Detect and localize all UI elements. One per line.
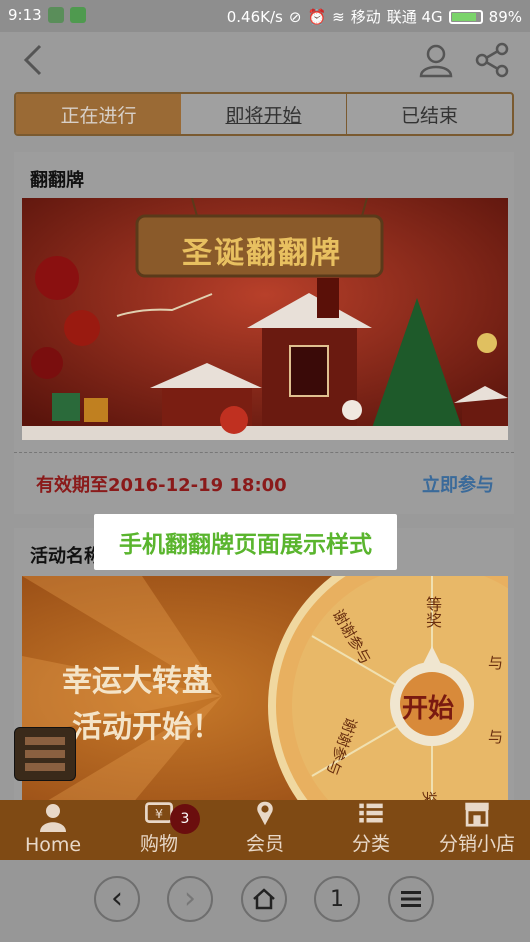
status-bar: 9:13 0.46K/s ⊘ ⏰ ≋ 移动 联通 4G 89%: [0, 0, 530, 32]
wheel-segment-label: 与: [488, 654, 504, 672]
chevron-left-icon[interactable]: [18, 42, 52, 78]
browser-tabs-button[interactable]: 1: [314, 876, 360, 922]
nav-cart-label: 购物: [139, 833, 178, 855]
validity-date: 有效期至2016-12-19 18:00: [36, 475, 287, 496]
carrier-2: 联通 4G: [386, 8, 443, 26]
nav-home[interactable]: Home: [0, 800, 106, 860]
browser-back-button[interactable]: ‹: [94, 876, 140, 922]
shop-icon: [465, 802, 489, 827]
mute-icon: ⊘: [288, 7, 302, 26]
overlay-caption: 手机翻翻牌页面展示样式: [94, 514, 397, 570]
member-pin-icon: [257, 801, 273, 826]
nav-home-label: Home: [24, 834, 82, 856]
nav-member-label: 会员: [245, 833, 284, 855]
app-notification-icon: [69, 7, 86, 23]
tabs-count: 1: [330, 886, 344, 912]
wheel-title-line2: 活动开始！: [72, 710, 222, 745]
list-icon: [359, 803, 383, 823]
wheel-prize-label: 等奖: [423, 596, 442, 628]
activity-footer: 有效期至2016-12-19 18:00 立即参与: [14, 452, 514, 513]
home-icon: [253, 888, 275, 910]
tab-ongoing[interactable]: 正在进行: [16, 94, 181, 134]
lucky-wheel-banner-image[interactable]: 幸运大转盘 活动开始！ 开始 等奖 谢谢参与 谢谢参与 与 与 奖: [22, 576, 508, 816]
alarm-icon: ⏰: [307, 7, 327, 26]
cart-count-badge: 3: [170, 804, 200, 834]
nav-category-label: 分类: [351, 833, 390, 855]
menu-icon: [401, 891, 421, 907]
user-icon[interactable]: [418, 42, 454, 78]
floating-list-menu-button[interactable]: [14, 727, 76, 781]
share-icon[interactable]: [474, 42, 510, 78]
nav-member[interactable]: 会员: [212, 800, 318, 860]
battery-percent: 89%: [488, 7, 522, 26]
browser-toolbar: ‹ › 1: [0, 860, 530, 942]
status-time: 9:13: [8, 6, 42, 24]
activity-card-flip[interactable]: 翻翻牌 圣诞翻翻牌 有效期至2016-12-19 18:00 立即参与: [14, 152, 514, 514]
activity-title: 翻翻牌: [30, 170, 84, 191]
network-speed: 0.46K/s: [226, 7, 283, 26]
wheel-start-button[interactable]: 开始: [402, 688, 454, 725]
activity-tabs: 正在进行 即将开始 已结束: [14, 92, 514, 136]
home-person-icon: [40, 804, 66, 832]
nav-shop-label: 分销小店: [438, 833, 515, 855]
carrier-1: 移动: [350, 8, 381, 26]
nav-category[interactable]: 分类: [318, 800, 424, 860]
wheel-segment-label: 与: [488, 728, 504, 746]
shield-notification-icon: [47, 7, 64, 23]
banner-title-text: 圣诞翻翻牌: [182, 236, 342, 271]
chevron-right-icon: ›: [184, 881, 196, 916]
browser-forward-button[interactable]: ›: [167, 876, 213, 922]
browser-menu-button[interactable]: [388, 876, 434, 922]
christmas-banner-image[interactable]: 圣诞翻翻牌: [22, 198, 508, 440]
svg-text:¥: ¥: [155, 806, 163, 821]
wifi-icon: ≋: [332, 7, 345, 26]
join-now-link[interactable]: 立即参与: [422, 471, 494, 497]
top-nav-bar: [0, 32, 530, 90]
tab-ended[interactable]: 已结束: [347, 94, 512, 134]
list-icon-line: [25, 750, 65, 758]
activity-name-label: 活动名称: [30, 546, 102, 567]
browser-home-button[interactable]: [241, 876, 287, 922]
bottom-nav: Home ¥ 购物 会员 分类 分销小店: [0, 800, 530, 860]
battery-icon: [448, 9, 483, 24]
list-icon-line: [25, 737, 65, 745]
tab-upcoming[interactable]: 即将开始: [181, 94, 347, 134]
list-icon-line: [25, 763, 65, 771]
chevron-left-icon: ‹: [111, 881, 123, 916]
wheel-title-line1: 幸运大转盘: [62, 664, 212, 699]
nav-shop[interactable]: 分销小店: [424, 800, 530, 860]
